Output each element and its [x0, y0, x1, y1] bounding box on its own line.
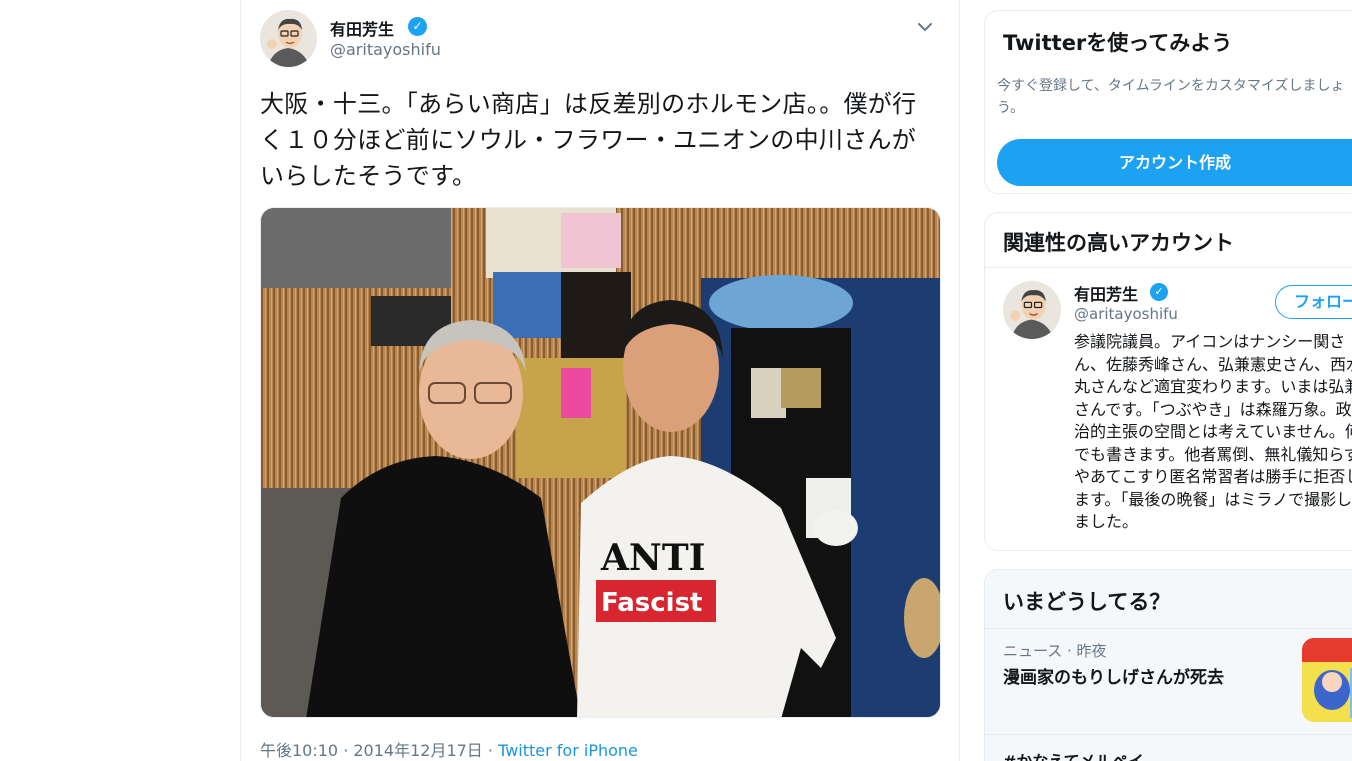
shirt-text-anti: ANTI [600, 537, 705, 579]
tweet-meta: 午後10:10 · 2014年12月17日 · Twitter for iPho… [260, 737, 638, 761]
related-title: 関連性の高いアカウント [1003, 231, 1234, 255]
signup-card: Twitterを使ってみよう 今すぐ登録して、タイムラインをカスタマイズしましょ… [984, 10, 1352, 194]
shirt-text-fascist: Fascist [601, 588, 703, 618]
trends-title: いまどうしてる？ [1003, 590, 1171, 614]
signup-description: 今すぐ登録して、タイムラインをカスタマイズしましょう。 [997, 78, 1345, 116]
author-avatar[interactable] [260, 10, 317, 67]
trend-meta: ニュース · 昨夜 [1003, 642, 1107, 660]
signup-title: Twitterを使ってみよう [1003, 31, 1233, 55]
trend-title[interactable]: 漫画家のもりしげさんが死去 [1003, 663, 1224, 688]
related-account-name[interactable]: 有田芳生 [1074, 281, 1138, 305]
follow-button[interactable]: フォロー [1275, 285, 1352, 319]
related-accounts-card: 関連性の高いアカウント 有田芳生 ✓ @aritayoshifu フォロー 参議… [984, 212, 1352, 551]
create-account-button[interactable]: アカウント作成 [997, 139, 1352, 186]
chevron-down-icon[interactable] [914, 16, 936, 38]
tweet-photo[interactable]: ANTI Fascist [260, 207, 941, 718]
tweet-timestamp[interactable]: 午後10:10 · 2014年12月17日 · [260, 741, 498, 760]
related-avatar[interactable] [1003, 281, 1061, 339]
trend-thumbnail[interactable] [1302, 638, 1352, 722]
divider [985, 628, 1352, 629]
author-name[interactable]: 有田芳生 [330, 16, 394, 40]
verified-badge-icon: ✓ [1150, 283, 1168, 301]
related-account-bio: 参議院議員。アイコンはナンシー関さん、佐藤秀峰さん、弘兼憲史さん、西水丸さんなど… [1074, 332, 1352, 531]
divider [985, 734, 1352, 735]
trends-card: いまどうしてる？ ニュース · 昨夜 漫画家のもりしげさんが死去 #かなえてメル… [984, 569, 1352, 761]
trend-item-hashtag[interactable]: #かなえてメルペイ [1003, 748, 1144, 761]
verified-badge-icon: ✓ [408, 17, 427, 36]
tweet-header: 有田芳生 ✓ @aritayoshifu [260, 10, 950, 70]
related-account-handle[interactable]: @aritayoshifu [1074, 305, 1178, 323]
tweet-text: 大阪・十三。「あらい商店」は反差別のホルモン店。。僕が行く１０分ほど前にソウル・… [260, 90, 917, 190]
author-handle[interactable]: @aritayoshifu [330, 40, 441, 59]
main-column: 有田芳生 ✓ @aritayoshifu 大阪・十三。「あらい商店」は反差別のホ… [240, 0, 960, 761]
divider [985, 267, 1352, 268]
tweet-source-link[interactable]: Twitter for iPhone [498, 741, 638, 760]
